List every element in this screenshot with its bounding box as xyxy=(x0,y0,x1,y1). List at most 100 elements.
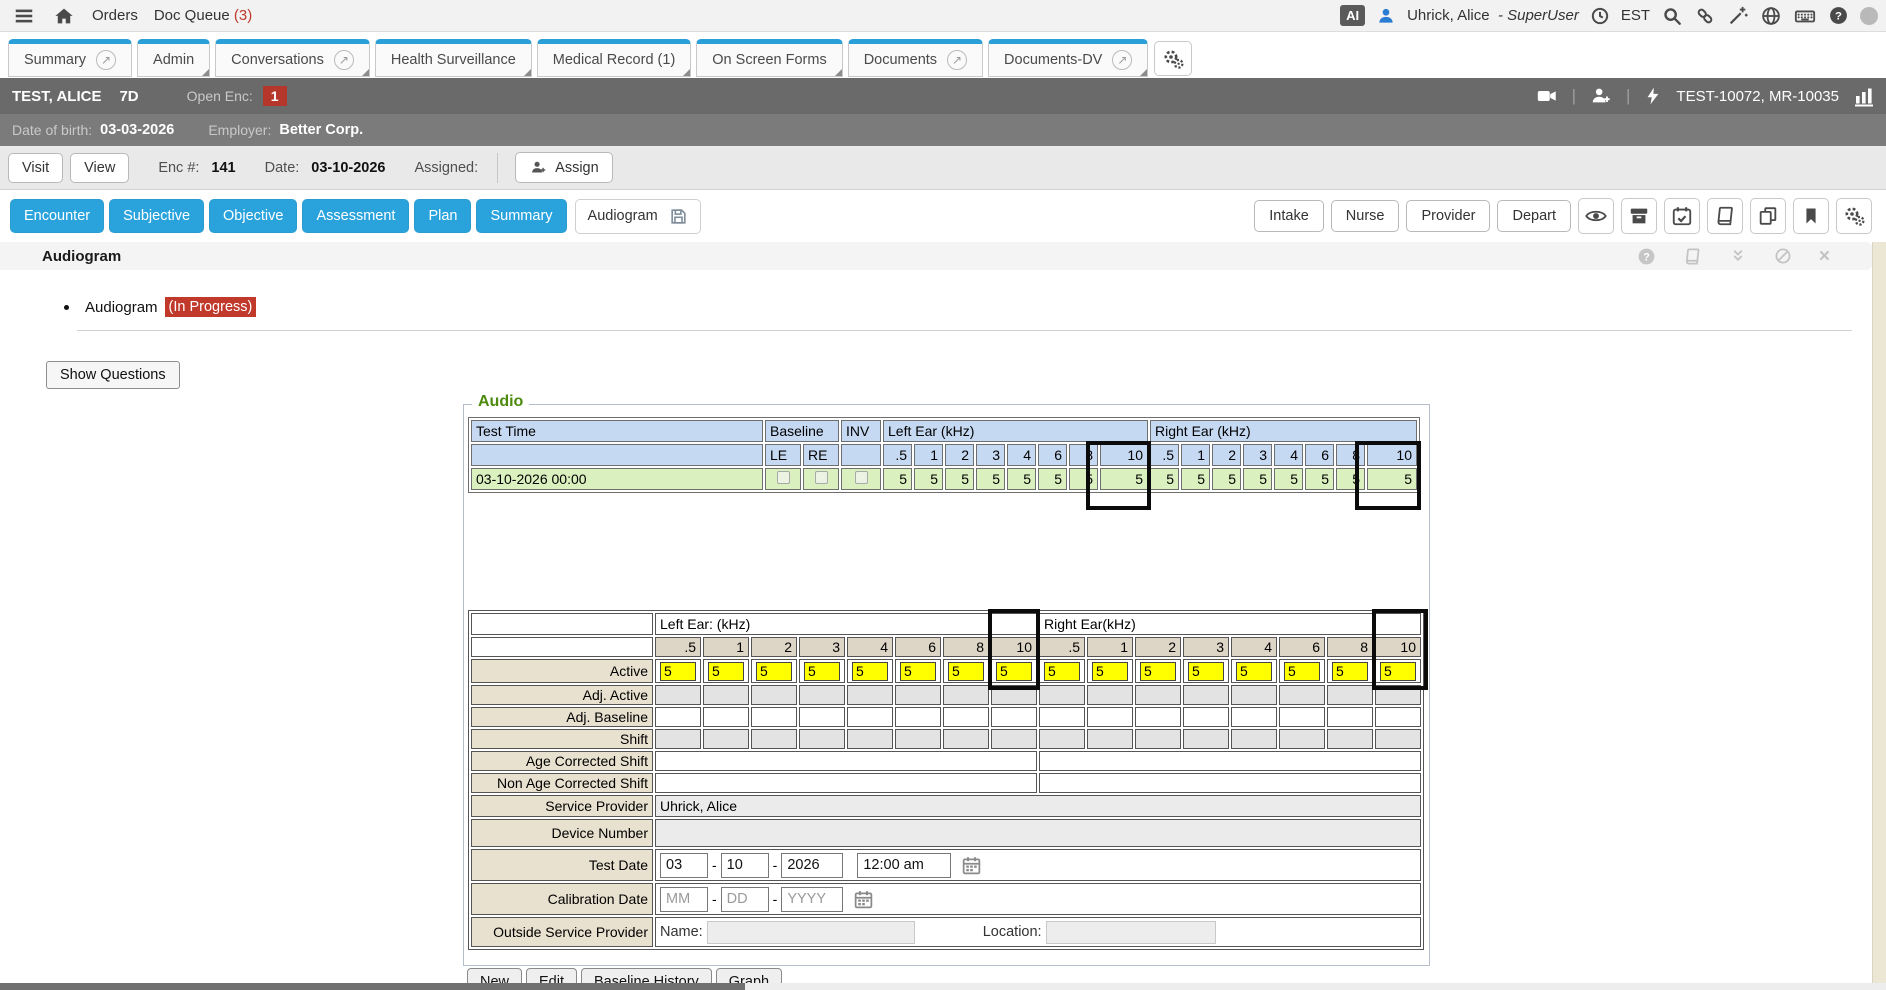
horizontal-scrollbar-thumb[interactable] xyxy=(0,983,745,990)
calibration-calendar-icon[interactable] xyxy=(853,889,874,910)
provider-button[interactable]: Provider xyxy=(1406,200,1490,232)
active-right-threshold-input[interactable]: 5 xyxy=(1332,662,1368,681)
tab-label: Documents xyxy=(864,52,937,68)
test-date-month-input[interactable] xyxy=(660,853,708,878)
active-left-threshold-input[interactable]: 5 xyxy=(660,662,696,681)
baseline-re-checkbox[interactable] xyxy=(815,471,828,484)
audiogram-doc-tab[interactable]: Audiogram xyxy=(575,199,701,234)
panel-book-icon[interactable] xyxy=(1683,247,1702,266)
outside-name-input[interactable] xyxy=(707,921,915,944)
t2-label-test-date: Test Date xyxy=(471,849,653,881)
nurse-button[interactable]: Nurse xyxy=(1331,200,1400,232)
active-right-threshold-input[interactable]: 5 xyxy=(1044,662,1080,681)
active-left-threshold-input[interactable]: 5 xyxy=(996,662,1032,681)
t1-right-freq-header: 4 xyxy=(1274,444,1303,466)
help-icon[interactable]: ? xyxy=(1828,5,1849,26)
tab-conversations[interactable]: Conversations↗ xyxy=(215,39,370,77)
eye-icon[interactable] xyxy=(1578,198,1614,234)
tab-admin[interactable]: Admin xyxy=(137,39,210,77)
search-icon[interactable] xyxy=(1661,5,1683,27)
hamburger-menu-icon[interactable] xyxy=(12,5,36,27)
bar-chart-icon[interactable] xyxy=(1852,84,1876,108)
globe-icon[interactable] xyxy=(1760,5,1782,27)
t2-adj-baseline-cell xyxy=(1135,707,1181,727)
show-questions-button[interactable]: Show Questions xyxy=(46,361,180,389)
test-date-day-input[interactable] xyxy=(721,853,769,878)
t2-left-freq-header: 4 xyxy=(847,637,893,657)
t2-shift-cell xyxy=(1231,729,1277,749)
panel-collapse-icon[interactable] xyxy=(1729,247,1747,265)
add-user-icon[interactable] xyxy=(1589,85,1613,107)
panel-disable-icon[interactable] xyxy=(1774,247,1792,265)
t1-right-value: 5 xyxy=(1212,468,1241,490)
save-icon[interactable] xyxy=(669,207,688,226)
test-date-time-input[interactable] xyxy=(857,853,951,878)
bookmark-icon[interactable] xyxy=(1793,198,1829,234)
baseline-le-checkbox[interactable] xyxy=(777,471,790,484)
lightning-icon[interactable] xyxy=(1643,85,1663,107)
active-left-threshold-input[interactable]: 5 xyxy=(804,662,840,681)
active-right-threshold-input[interactable]: 5 xyxy=(1380,662,1416,681)
encounter-button[interactable]: Encounter xyxy=(10,199,104,233)
tab-on-screen-forms[interactable]: On Screen Forms xyxy=(696,39,842,77)
calibration-year-input[interactable] xyxy=(781,887,843,912)
wand-icon[interactable] xyxy=(1727,5,1749,27)
visit-button[interactable]: Visit xyxy=(8,153,63,183)
tab-summary[interactable]: Summary↗ xyxy=(8,39,132,77)
summary-button[interactable]: Summary xyxy=(476,199,566,233)
tab-documents[interactable]: Documents↗ xyxy=(848,39,983,77)
book-icon[interactable] xyxy=(1707,198,1743,234)
horizontal-scrollbar[interactable] xyxy=(0,983,1886,990)
keyboard-icon[interactable] xyxy=(1793,5,1817,27)
tab-documents-dv[interactable]: Documents-DV↗ xyxy=(988,39,1148,77)
panel-close-icon[interactable]: × xyxy=(1819,247,1830,266)
active-left-threshold-input[interactable]: 5 xyxy=(900,662,936,681)
calibration-day-input[interactable] xyxy=(721,887,769,912)
settings-gears-icon[interactable] xyxy=(1836,198,1872,234)
tab-settings-gears-icon[interactable] xyxy=(1154,41,1192,76)
copy-icon[interactable] xyxy=(1750,198,1786,234)
open-enc-badge[interactable]: 1 xyxy=(263,86,287,106)
active-right-threshold-input[interactable]: 5 xyxy=(1140,662,1176,681)
plan-button[interactable]: Plan xyxy=(414,199,471,233)
objective-button[interactable]: Objective xyxy=(209,199,297,233)
orders-link[interactable]: Orders xyxy=(92,7,138,24)
outside-location-input[interactable] xyxy=(1046,921,1216,944)
inv-checkbox[interactable] xyxy=(855,471,868,484)
test-date-year-input[interactable] xyxy=(781,853,843,878)
tab-health-surveillance[interactable]: Health Surveillance xyxy=(375,39,532,77)
tab-medical-record-1[interactable]: Medical Record (1) xyxy=(537,39,692,77)
tab-label: Medical Record (1) xyxy=(553,52,676,68)
audiogram-list-item[interactable]: Audiogram (In Progress) xyxy=(64,297,256,317)
user-menu[interactable]: Uhrick, Alice - SuperUser xyxy=(1407,7,1579,24)
active-right-threshold-input[interactable]: 5 xyxy=(1092,662,1128,681)
calibration-month-input[interactable] xyxy=(660,887,708,912)
active-right-threshold-input[interactable]: 5 xyxy=(1236,662,1272,681)
subjective-button[interactable]: Subjective xyxy=(109,199,204,233)
audiogram-item-label: Audiogram xyxy=(85,299,158,316)
link-icon[interactable] xyxy=(1694,5,1716,27)
active-left-threshold-input[interactable]: 5 xyxy=(852,662,888,681)
assign-button[interactable]: Assign xyxy=(515,152,613,183)
video-camera-icon[interactable] xyxy=(1535,85,1559,107)
active-right-threshold-input[interactable]: 5 xyxy=(1284,662,1320,681)
depart-button[interactable]: Depart xyxy=(1497,200,1571,232)
panel-help-icon[interactable]: ? xyxy=(1637,247,1656,266)
assessment-button[interactable]: Assessment xyxy=(302,199,409,233)
calendar-check-icon[interactable] xyxy=(1664,198,1700,234)
intake-button[interactable]: Intake xyxy=(1254,200,1324,232)
active-left-threshold-input[interactable]: 5 xyxy=(948,662,984,681)
home-icon[interactable] xyxy=(52,5,76,27)
encounter-stage-buttons: IntakeNurseProviderDepart xyxy=(1254,198,1872,234)
ai-badge[interactable]: AI xyxy=(1340,5,1365,26)
view-button[interactable]: View xyxy=(70,153,129,183)
archive-icon[interactable] xyxy=(1621,198,1657,234)
active-left-threshold-input[interactable]: 5 xyxy=(756,662,792,681)
active-right-threshold-input[interactable]: 5 xyxy=(1188,662,1224,681)
doc-queue-link[interactable]: Doc Queue (3) xyxy=(154,7,252,24)
t2-label-adj-active: Adj. Active xyxy=(471,685,653,705)
patient-ids: TEST-10072, MR-10035 xyxy=(1676,88,1839,105)
test-date-calendar-icon[interactable] xyxy=(961,855,982,876)
svg-text:?: ? xyxy=(1835,10,1842,22)
active-left-threshold-input[interactable]: 5 xyxy=(708,662,744,681)
